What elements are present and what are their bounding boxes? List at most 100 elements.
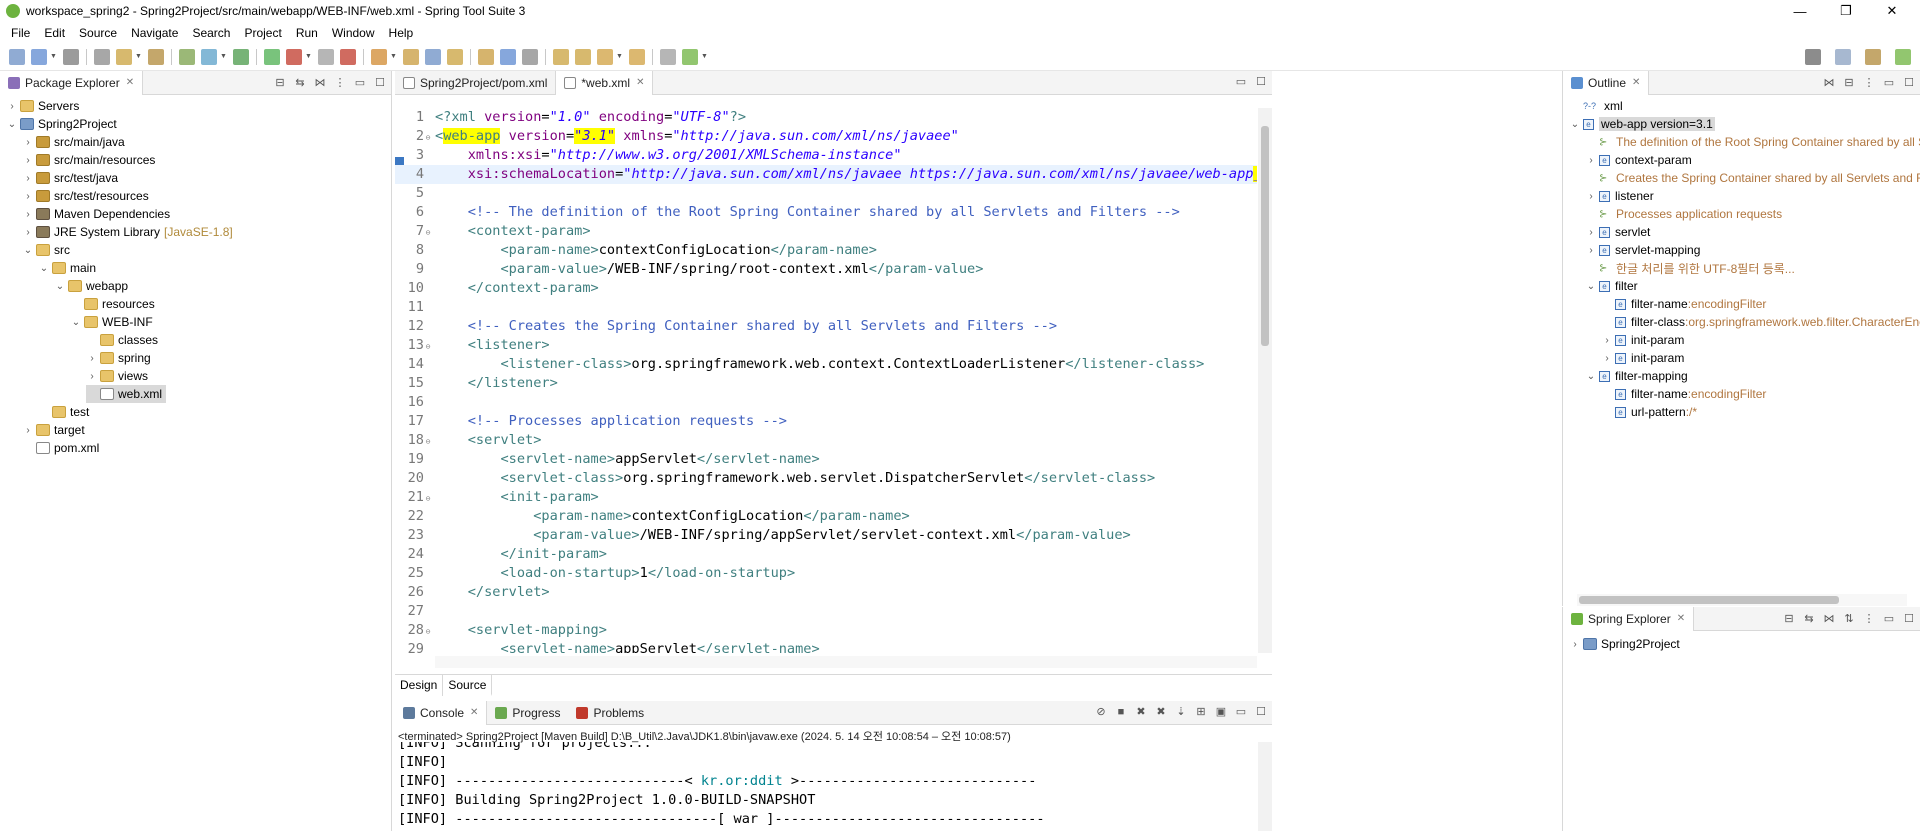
expand-icon[interactable]: ›	[1601, 353, 1613, 364]
tab-design[interactable]: Design	[395, 675, 444, 696]
dropdown-arrow-icon[interactable]: ▼	[135, 53, 142, 60]
minimize-editor-icon[interactable]: ▭	[1234, 75, 1248, 89]
tree-item[interactable]: web.xml	[86, 385, 167, 403]
pin-console-icon[interactable]: ⊞	[1194, 705, 1208, 719]
tab-problems[interactable]: Problems	[568, 701, 652, 725]
menu-window[interactable]: Window	[325, 26, 382, 40]
expand-icon[interactable]: ›	[86, 353, 98, 364]
outline-item[interactable]: ⊱ Creates the Spring Container shared by …	[1585, 169, 1920, 187]
tab-spring-explorer[interactable]: Spring Explorer ✕	[1563, 606, 1695, 631]
console-output[interactable]: [INFO] Scanning for projects... [INFO] [IN…	[395, 742, 1255, 831]
new-class-icon[interactable]	[425, 48, 441, 65]
outline-item[interactable]: › e context-param	[1585, 151, 1691, 169]
remove-all-icon[interactable]: ✖	[1154, 705, 1168, 719]
filter-icon[interactable]: ⋈	[313, 76, 327, 90]
search-icon[interactable]	[478, 48, 494, 65]
outline-item[interactable]: ⊱ The definition of the Root Spring Conta…	[1585, 133, 1920, 151]
pin-editor-icon[interactable]	[660, 48, 676, 65]
dropdown-arrow-icon[interactable]: ▼	[220, 53, 227, 60]
maximize-view-icon[interactable]: ☐	[373, 76, 387, 90]
view-menu-icon[interactable]: ⋮	[333, 76, 347, 90]
expand-icon[interactable]: ›	[1569, 639, 1581, 650]
print-icon[interactable]	[94, 48, 110, 65]
spring-tree-item[interactable]: › Spring2Project	[1569, 635, 1679, 653]
clear-console-icon[interactable]: ⊘	[1094, 705, 1108, 719]
scroll-thumb[interactable]	[1261, 126, 1269, 346]
collapse-icon[interactable]: ⌄	[6, 119, 18, 130]
tree-item[interactable]: › JRE System Library [JavaSE-1.8]	[22, 223, 232, 241]
search-icon[interactable]	[1805, 49, 1821, 65]
expand-icon[interactable]: ›	[22, 155, 34, 166]
close-tab-icon[interactable]: ✕	[1677, 613, 1685, 624]
tree-item[interactable]: ⌄ src	[22, 241, 70, 259]
maximize-view-icon[interactable]: ☐	[1902, 76, 1916, 90]
menu-source[interactable]: Source	[72, 26, 124, 40]
editor-vertical-scrollbar[interactable]	[1258, 108, 1272, 653]
outline-item[interactable]: ⊱ 한글 처리를 위한 UTF-8필터 등록...	[1585, 259, 1795, 277]
sort-icon[interactable]: ⇅	[1842, 612, 1856, 626]
debug-icon[interactable]	[233, 48, 249, 65]
scroll-thumb[interactable]	[1579, 596, 1839, 604]
fold-toggle-icon[interactable]: ⊖	[424, 622, 432, 641]
close-tab-icon[interactable]: ✕	[636, 77, 644, 88]
tree-item[interactable]: pom.xml	[22, 439, 99, 457]
filter-icon[interactable]: ⋈	[1822, 76, 1836, 90]
fold-toggle-icon[interactable]: ⊖	[424, 128, 432, 147]
new-java-project-icon[interactable]	[371, 48, 387, 65]
menu-edit[interactable]: Edit	[37, 26, 72, 40]
globe-icon[interactable]	[500, 48, 516, 65]
tab-console[interactable]: Console ✕	[395, 700, 488, 725]
collapse-icon[interactable]: ⌄	[22, 245, 34, 256]
collapse-all-icon[interactable]: ⊟	[273, 76, 287, 90]
collapse-icon[interactable]: ⌄	[1585, 371, 1597, 382]
tree-item[interactable]: classes	[86, 331, 158, 349]
collapse-all-icon[interactable]: ⊟	[1782, 612, 1796, 626]
minimize-console-icon[interactable]: ▭	[1234, 705, 1248, 719]
open-type-icon[interactable]	[116, 48, 132, 65]
tree-item[interactable]: › Servers	[6, 97, 79, 115]
open-console-icon[interactable]: ▣	[1214, 705, 1228, 719]
expand-icon[interactable]: ›	[1585, 245, 1597, 256]
expand-icon[interactable]: ›	[1585, 155, 1597, 166]
editor-tab[interactable]: Spring2Project/pom.xml	[395, 70, 557, 95]
expand-icon[interactable]: ›	[22, 227, 34, 238]
dropdown-arrow-icon[interactable]: ▼	[50, 53, 57, 60]
minimize-button[interactable]: —	[1777, 0, 1823, 22]
open-folder-icon[interactable]	[447, 48, 463, 65]
expand-icon[interactable]: ›	[6, 101, 18, 112]
tree-item[interactable]: › src/test/java	[22, 169, 118, 187]
refresh-icon[interactable]	[179, 48, 195, 65]
collapse-icon[interactable]: ⌄	[38, 263, 50, 274]
outline-item[interactable]: ?-? xml	[1569, 97, 1623, 115]
collapse-icon[interactable]: ⌄	[70, 317, 82, 328]
tree-item[interactable]: › src/test/resources	[22, 187, 148, 205]
expand-icon[interactable]: ›	[22, 191, 34, 202]
close-tab-icon[interactable]: ✕	[126, 77, 134, 88]
expand-icon[interactable]: ›	[1601, 335, 1613, 346]
save-icon[interactable]	[31, 48, 47, 65]
menu-help[interactable]: Help	[382, 26, 421, 40]
outline-item[interactable]: e url-pattern : /*	[1601, 403, 1697, 421]
expand-icon[interactable]: ›	[1585, 227, 1597, 238]
collapse-icon[interactable]: ⌄	[54, 281, 66, 292]
menu-search[interactable]: Search	[185, 26, 237, 40]
tree-item[interactable]: ⌄ webapp	[54, 277, 128, 295]
outline-item[interactable]: e filter-class : org.springframework.web.…	[1601, 313, 1920, 331]
tree-item[interactable]: resources	[70, 295, 155, 313]
expand-icon[interactable]: ›	[22, 173, 34, 184]
fold-toggle-icon[interactable]: ⊖	[424, 337, 432, 356]
dropdown-arrow-icon[interactable]: ▼	[390, 53, 397, 60]
outline-item[interactable]: › e listener	[1585, 187, 1653, 205]
fold-toggle-icon[interactable]: ⊖	[424, 489, 432, 508]
tree-item[interactable]: › src/main/resources	[22, 151, 155, 169]
spring-icon[interactable]	[201, 48, 217, 65]
java-ee-perspective-icon[interactable]	[1865, 49, 1881, 65]
next-annotation-icon[interactable]	[522, 48, 538, 65]
save-all-icon[interactable]	[63, 48, 79, 65]
editor-tab[interactable]: *web.xml ✕	[556, 70, 654, 95]
open-perspective-icon[interactable]	[1835, 49, 1851, 65]
outline-item[interactable]: e filter-name : encodingFilter	[1601, 385, 1766, 403]
tab-progress[interactable]: Progress	[487, 701, 568, 725]
tab-outline[interactable]: Outline ✕	[1563, 70, 1650, 95]
outline-item[interactable]: › e servlet	[1585, 223, 1650, 241]
